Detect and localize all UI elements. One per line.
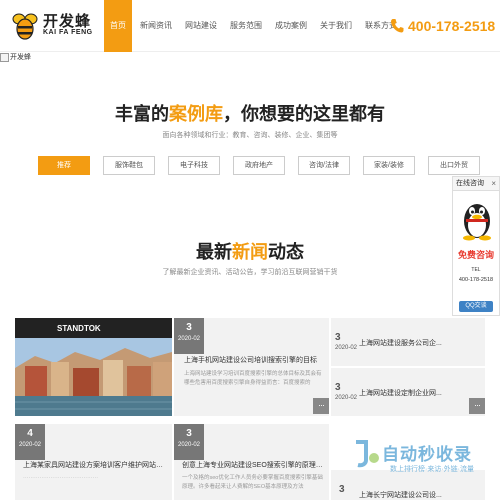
news-day: 4	[27, 428, 33, 439]
news-year-month: 2020-02	[335, 395, 358, 401]
news-date-badge: 3 2020-02	[174, 318, 204, 354]
news-title-pre: 最新	[196, 242, 232, 262]
news-year-month: 2020-02	[18, 442, 42, 448]
broken-image-icon	[0, 52, 9, 62]
news-headline[interactable]: 上海网站建设定制企业网...	[359, 388, 464, 398]
news-title-post: 动态	[268, 242, 304, 262]
news-day: 3	[186, 428, 192, 439]
news-headline[interactable]: 上海某家具网站建设方案培训客户维护网站操作...	[23, 460, 168, 470]
case-category-tabs: 推荐 服饰鞋包 电子科技 政府地产 咨询/法律 家装/装修 出口外贸	[38, 156, 493, 175]
news-more-button[interactable]: ···	[469, 398, 485, 414]
news-title: 最新新闻动态	[0, 238, 500, 264]
bee-logo-icon	[12, 13, 38, 40]
news-date-badge: 3 2020-02	[174, 424, 204, 460]
site-header: 开发蜂 KAI FA FENG 首页 新闻资讯 网站建设 服务范围 成功案例 关…	[0, 0, 500, 52]
cases-title-post: ，你想要的这里都有	[223, 104, 385, 124]
tab-recommended[interactable]: 推荐	[38, 156, 90, 175]
tab-government-realestate[interactable]: 政府地产	[233, 156, 285, 175]
news-card[interactable]: 3 2020-02 上海网站建设定制企业网... ···	[331, 368, 485, 416]
tel-number: 400-178-2518	[458, 277, 494, 283]
news-day: 3	[339, 484, 345, 495]
tab-home-decoration[interactable]: 家装/装修	[363, 156, 415, 175]
tab-export-trade[interactable]: 出口外贸	[428, 156, 480, 175]
news-title-highlight: 新闻	[232, 242, 268, 262]
nav-item-about[interactable]: 关于我们	[315, 0, 357, 52]
news-year-month: 2020-02	[177, 336, 201, 342]
tab-electronics[interactable]: 电子科技	[168, 156, 220, 175]
online-consult-widget: 在线咨询 × 免费咨询 TEL 400-178-2518 QQ交谈	[452, 176, 500, 316]
phone-number: 400-178-2518	[408, 18, 496, 34]
watermark-text: 自动秒收录	[382, 445, 472, 464]
news-date: 3 2020-02	[335, 382, 357, 401]
tel-label: TEL	[471, 267, 481, 273]
news-date: 3 2020-02	[335, 332, 357, 351]
main-nav: 首页 新闻资讯 网站建设 服务范围 成功案例 关于我们 联系方式	[104, 0, 405, 52]
logo-chinese-text: 开发蜂	[43, 13, 92, 30]
cases-title-highlight: 案例库	[169, 104, 223, 124]
header-phone[interactable]: 400-178-2518	[390, 16, 495, 36]
cases-title: 丰富的案例库，你想要的这里都有	[0, 100, 500, 126]
cases-title-pre: 丰富的	[115, 104, 169, 124]
news-headline[interactable]: 创意上海专业网站建设SEO搜索引擎的原理是什...	[182, 460, 325, 470]
news-day: 3	[335, 382, 341, 393]
news-featured-image[interactable]: STANDTOK	[15, 318, 172, 416]
news-card[interactable]: 4 2020-02 上海某家具网站建设方案培训客户维护网站操作... ·····…	[15, 424, 172, 500]
news-description-faded: ········································…	[23, 475, 99, 481]
news-description: 一个及格的seo优化工作人员务必要掌握百度搜索引擎基础原理。许多看起来让人费解的…	[182, 475, 323, 490]
tab-apparel[interactable]: 服饰鞋包	[103, 156, 155, 175]
qq-chat-button[interactable]: QQ交谈	[459, 301, 493, 312]
nav-item-services[interactable]: 服务范围	[225, 0, 267, 52]
news-description: 上海网站建设学习培训百度搜索引擎的总体目标及其会有哪些危害用百度搜索引擎自身得益…	[184, 371, 322, 386]
news-headline[interactable]: 上海手机网站建设公司培训搜索引擎的目标	[184, 355, 324, 365]
news-headline[interactable]: 上海长宁网站建设公司设...	[359, 490, 464, 500]
free-consult-text[interactable]: 免费咨询	[453, 248, 499, 261]
watermark-subtext: 数上排行榜·来访·外链·流量	[390, 466, 474, 473]
watermark-logo-icon	[356, 440, 379, 468]
news-card[interactable]: 3 2020-02 创意上海专业网站建设SEO搜索引擎的原理是什... 一个及格…	[174, 424, 329, 500]
close-icon[interactable]: ×	[491, 177, 496, 191]
watermark: 自动秒收录 数上排行榜·来访·外链·流量	[352, 438, 492, 490]
news-day: 3	[186, 322, 192, 333]
consult-widget-header: 在线咨询 ×	[453, 177, 499, 191]
banner-image: 开发蜂	[0, 52, 31, 62]
nav-item-web-building[interactable]: 网站建设	[180, 0, 222, 52]
nav-item-news[interactable]: 新闻资讯	[135, 0, 177, 52]
page: 开发蜂 KAI FA FENG 首页 新闻资讯 网站建设 服务范围 成功案例 关…	[0, 0, 500, 500]
news-card[interactable]: 3 2020-02 上海网站建设服务公司企...	[331, 318, 485, 366]
consult-widget-title: 在线咨询	[456, 180, 484, 187]
qq-penguin-icon	[463, 204, 491, 241]
nav-item-home[interactable]: 首页	[104, 0, 132, 52]
news-subtitle: 了解最新企业资讯、活动公告，学习前沿互联网营销干货	[162, 269, 338, 276]
news-date-badge: 4 2020-02	[15, 424, 45, 460]
image-brand-text: STANDTOK	[57, 324, 101, 333]
news-more-button[interactable]: ···	[313, 398, 329, 414]
nav-item-cases[interactable]: 成功案例	[270, 0, 312, 52]
news-year-month: 2020-02	[177, 442, 201, 448]
news-card[interactable]: 3 2020-02 上海手机网站建设公司培训搜索引擎的目标 上海网站建设学习培训…	[174, 318, 329, 416]
banner-alt-text: 开发蜂	[10, 54, 31, 61]
news-day: 3	[335, 332, 341, 343]
cases-subtitle: 面向各种领域和行业：教育、咨询、装修、企业、集团等	[162, 132, 338, 139]
news-year-month: 2020-02	[335, 345, 358, 351]
venice-photo: STANDTOK	[15, 318, 172, 416]
tab-consulting-law[interactable]: 咨询/法律	[298, 156, 350, 175]
phone-icon	[391, 19, 404, 33]
news-date: 3	[339, 484, 345, 495]
news-headline[interactable]: 上海网站建设服务公司企...	[359, 338, 464, 348]
logo-english-text: KAI FA FENG	[43, 29, 93, 36]
